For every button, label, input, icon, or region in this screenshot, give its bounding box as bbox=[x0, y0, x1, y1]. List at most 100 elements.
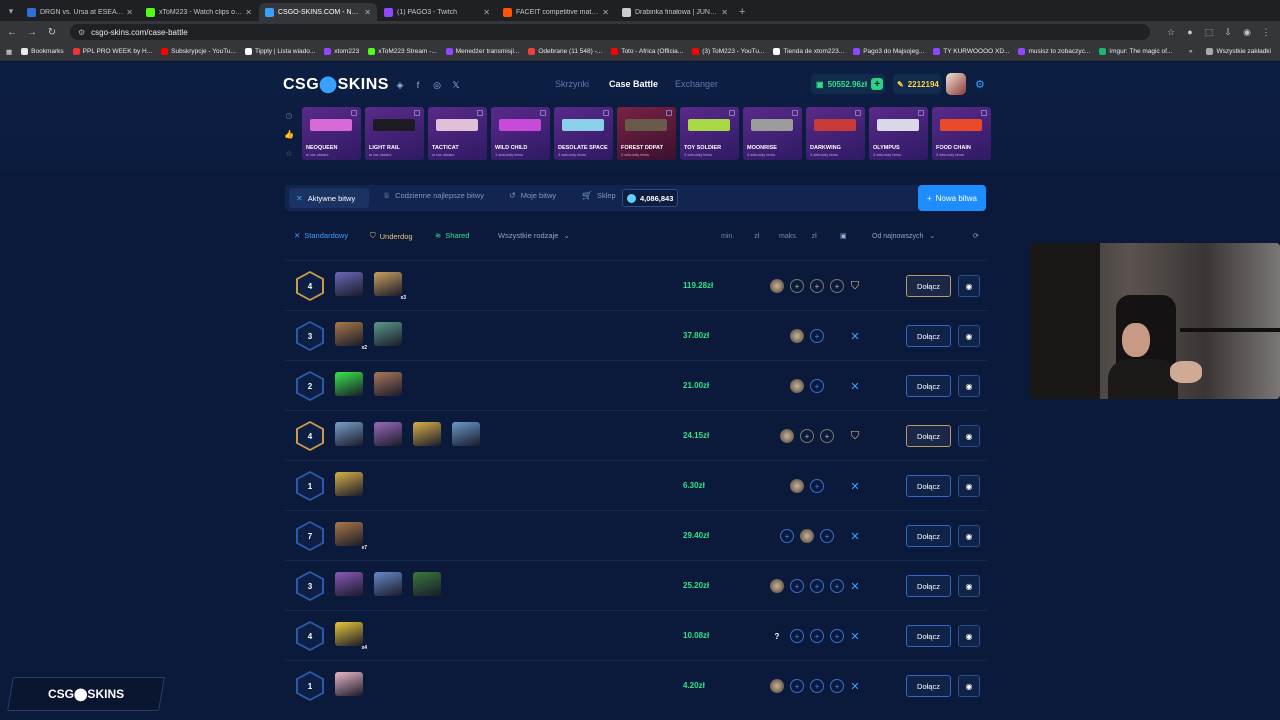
empty-slot-plus-icon[interactable]: + bbox=[830, 629, 844, 643]
empty-slot-plus-icon[interactable]: + bbox=[810, 279, 824, 293]
empty-slot-plus-icon[interactable]: + bbox=[810, 629, 824, 643]
join-battle-button[interactable]: Dołącz bbox=[906, 625, 951, 647]
new-battle-button[interactable]: + Nowa bitwa bbox=[918, 185, 986, 211]
star-icon[interactable]: ☆ bbox=[284, 148, 294, 158]
bookmark-item[interactable]: Toto - Africa (Officia... bbox=[611, 48, 683, 55]
live-drop-item[interactable]: DARKWING 3 sekundy temu bbox=[806, 107, 865, 160]
empty-slot-plus-icon[interactable]: + bbox=[820, 529, 834, 543]
wallet-balance[interactable]: ▣ 50552.96zł + bbox=[811, 74, 885, 94]
browser-tab[interactable]: DRGN vs. Ursa at ESEA Advanced✕ bbox=[21, 3, 139, 21]
bookmark-item[interactable]: PPL PRO WEEK by H... bbox=[72, 48, 152, 55]
bookmark-item[interactable]: Menedżer transmisji... bbox=[445, 48, 519, 55]
bookmark-item[interactable]: Subskrypcje - YouTu... bbox=[161, 48, 236, 55]
nav-case-battle[interactable]: Case Battle bbox=[609, 79, 658, 89]
bookmark-item[interactable]: Imgur: The magic of... bbox=[1099, 48, 1172, 55]
join-battle-button[interactable]: Dołącz bbox=[906, 325, 951, 347]
close-tab-icon[interactable]: ✕ bbox=[602, 8, 609, 17]
site-info-icon[interactable]: ⚙ bbox=[78, 28, 85, 37]
gear-icon[interactable]: ⚙ bbox=[975, 78, 985, 91]
max-price-input[interactable]: maks. zł bbox=[779, 228, 817, 244]
join-battle-button[interactable]: Dołącz bbox=[906, 425, 951, 447]
view-battle-eye-icon[interactable]: ◉ bbox=[958, 525, 980, 547]
gems-balance[interactable]: 4,086,843 bbox=[622, 189, 678, 207]
bookmark-item[interactable]: Odebrane (11 548) -... bbox=[528, 48, 602, 55]
calendar-icon[interactable]: ▣ bbox=[840, 228, 847, 244]
view-battle-eye-icon[interactable]: ◉ bbox=[958, 425, 980, 447]
join-battle-button[interactable]: Dołącz bbox=[906, 525, 951, 547]
join-battle-button[interactable]: Dołącz bbox=[906, 575, 951, 597]
live-drop-item[interactable]: MOONRISE 3 sekundy temu bbox=[743, 107, 802, 160]
empty-slot-plus-icon[interactable]: + bbox=[830, 679, 844, 693]
empty-slot-plus-icon[interactable]: + bbox=[830, 279, 844, 293]
bookmark-item[interactable]: musisz to zobaczyc... bbox=[1018, 48, 1090, 55]
extensions-puzzle-icon[interactable]: ⬚ bbox=[1201, 24, 1217, 40]
filter-standard[interactable]: ✕ Standardowy bbox=[294, 231, 348, 240]
view-battle-eye-icon[interactable]: ◉ bbox=[958, 375, 980, 397]
close-tab-icon[interactable]: ✕ bbox=[245, 8, 252, 17]
live-drop-item[interactable]: NEOQUEEN w raz otwarć bbox=[302, 107, 361, 160]
close-tab-icon[interactable]: ✕ bbox=[364, 8, 371, 17]
clock-icon[interactable]: ◷ bbox=[284, 110, 294, 120]
join-battle-button[interactable]: Dołącz bbox=[906, 375, 951, 397]
tab-my-battles[interactable]: ↺ Moje bitwy bbox=[509, 191, 556, 200]
bookmark-item[interactable]: TY KURWOOOO XD... bbox=[933, 48, 1009, 55]
browser-tab[interactable]: FACEIT competitive match - FA✕ bbox=[497, 3, 615, 21]
live-drop-item[interactable]: OLYMPUS 3 sekundy temu bbox=[869, 107, 928, 160]
empty-slot-plus-icon[interactable]: + bbox=[810, 329, 824, 343]
browser-tab[interactable]: CSGO-SKINS.COM - Najlepsze✕ bbox=[259, 3, 377, 21]
close-tab-icon[interactable]: ✕ bbox=[126, 8, 133, 17]
refresh-icon[interactable]: ⟳ bbox=[973, 228, 979, 244]
bookmark-item[interactable]: Tipply | Lista wiado... bbox=[244, 48, 315, 55]
join-battle-button[interactable]: Dołącz bbox=[906, 275, 951, 297]
bookmark-item[interactable]: xToM223 Stream -... bbox=[368, 48, 437, 55]
all-bookmarks[interactable]: » Wszystkie zakładki bbox=[1189, 48, 1271, 55]
bookmark-item[interactable]: Tienda de xtom223... bbox=[773, 48, 844, 55]
browser-tab[interactable]: xToM223 - Watch clips on Kick✕ bbox=[140, 3, 258, 21]
live-drop-item[interactable]: WILD CHILD 1 sekundy temu bbox=[491, 107, 550, 160]
min-price-input[interactable]: min. zł bbox=[721, 228, 759, 244]
profile-icon[interactable]: ◉ bbox=[1239, 24, 1255, 40]
new-tab-icon[interactable]: + bbox=[739, 6, 745, 18]
back-icon[interactable]: ← bbox=[4, 24, 20, 40]
empty-slot-plus-icon[interactable]: + bbox=[810, 579, 824, 593]
filter-underdog[interactable]: ⛉ Underdog bbox=[370, 231, 413, 241]
live-drop-item[interactable]: FOOD CHAIN 3 sekundy temu bbox=[932, 107, 991, 160]
join-battle-button[interactable]: Dołącz bbox=[906, 475, 951, 497]
empty-slot-plus-icon[interactable]: + bbox=[820, 429, 834, 443]
facebook-icon[interactable]: f bbox=[412, 79, 424, 91]
close-tab-icon[interactable]: ✕ bbox=[721, 8, 728, 17]
extension-icon[interactable]: ● bbox=[1182, 24, 1198, 40]
empty-slot-plus-icon[interactable]: + bbox=[790, 629, 804, 643]
avatar[interactable] bbox=[946, 73, 966, 95]
close-tab-icon[interactable]: ✕ bbox=[483, 8, 490, 17]
empty-slot-plus-icon[interactable]: + bbox=[810, 379, 824, 393]
site-logo[interactable]: CSG⬤SKINS bbox=[283, 74, 389, 94]
empty-slot-plus-icon[interactable]: + bbox=[830, 579, 844, 593]
view-battle-eye-icon[interactable]: ◉ bbox=[958, 475, 980, 497]
sort-select[interactable]: Od najnowszych ⌄ bbox=[872, 228, 935, 244]
nav-exchanger[interactable]: Exchanger bbox=[675, 79, 718, 89]
downloads-icon[interactable]: ⇩ bbox=[1220, 24, 1236, 40]
filter-shared[interactable]: ≋ Shared bbox=[435, 231, 469, 240]
view-battle-eye-icon[interactable]: ◉ bbox=[958, 575, 980, 597]
thumbs-up-icon[interactable]: 👍 bbox=[284, 129, 294, 139]
bookmark-item[interactable]: (3) ToM223 - YouTu... bbox=[692, 48, 764, 55]
address-bar[interactable]: ⚙ csgo-skins.com/case-battle bbox=[70, 24, 1150, 40]
deposit-button[interactable]: + bbox=[871, 78, 884, 90]
empty-slot-plus-icon[interactable]: + bbox=[790, 679, 804, 693]
live-drop-item[interactable]: TACTICAT w raz otwarć bbox=[428, 107, 487, 160]
live-drop-item[interactable]: DESOLATE SPACE 3 sekundy temu bbox=[554, 107, 613, 160]
empty-slot-plus-icon[interactable]: + bbox=[780, 529, 794, 543]
discord-icon[interactable]: ◈ bbox=[394, 79, 406, 91]
coins-balance[interactable]: ✎ 2212194 bbox=[893, 74, 941, 94]
browser-tab[interactable]: (1) PAGO3 - Twitch ✕ bbox=[378, 3, 496, 21]
bookmark-item[interactable]: Pago3 do Majsojeg... bbox=[853, 48, 924, 55]
tab-shop[interactable]: 🛒 Sklep bbox=[582, 191, 616, 200]
reload-icon[interactable]: ↻ bbox=[44, 24, 60, 40]
view-battle-eye-icon[interactable]: ◉ bbox=[958, 325, 980, 347]
live-drop-item[interactable]: TOY SOLDIER 3 sekundy temu bbox=[680, 107, 739, 160]
empty-slot-plus-icon[interactable]: + bbox=[810, 679, 824, 693]
empty-slot-plus-icon[interactable]: + bbox=[790, 279, 804, 293]
instagram-icon[interactable]: ◎ bbox=[431, 79, 443, 91]
live-drop-item[interactable]: FOREST DDPAT 2 sekundy temu bbox=[617, 107, 676, 160]
